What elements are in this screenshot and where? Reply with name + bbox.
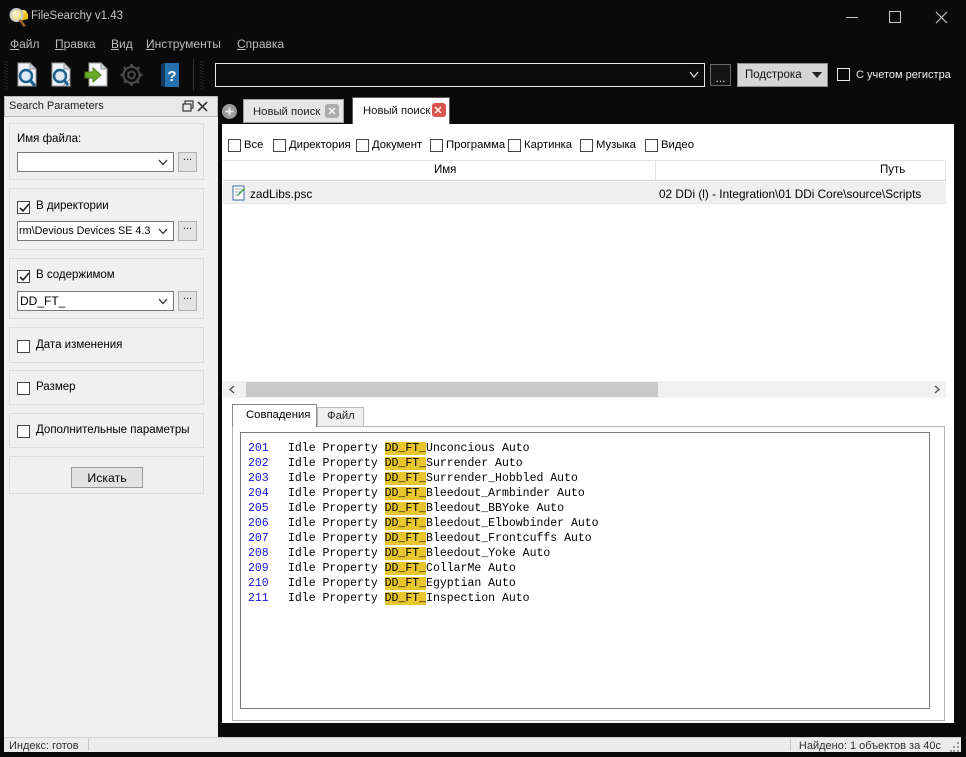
svg-text:?: ? [167,68,176,85]
